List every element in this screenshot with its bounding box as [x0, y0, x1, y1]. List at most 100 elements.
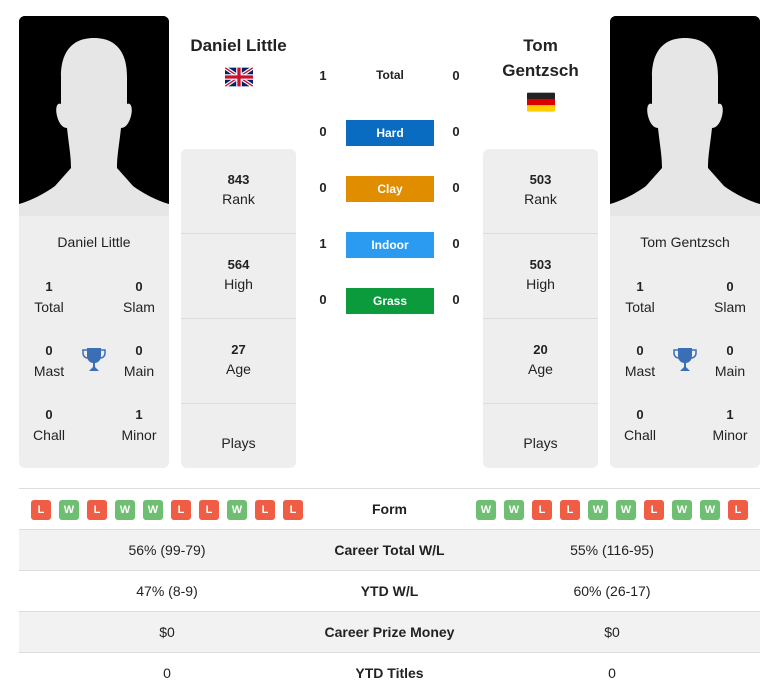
player2-hard-wins: 0 — [452, 124, 460, 139]
player1-indoor-wins: 1 — [319, 236, 327, 251]
player2-value: 55% (116-95) — [570, 542, 654, 558]
label: Rank — [524, 191, 557, 207]
gb-flag-icon — [225, 67, 253, 87]
player2-plays: Plays — [483, 404, 598, 489]
player1-titles-total: 1 Total — [19, 277, 79, 317]
h2h-indoor-row: 1 Indoor 0 — [310, 232, 470, 258]
player1-value: 47% (8-9) — [136, 583, 198, 599]
label: Age — [226, 361, 251, 377]
player1-name-heading[interactable]: Daniel Little — [176, 33, 301, 58]
table-row: 47% (8-9) YTD W/L 60% (26-17) — [19, 571, 760, 612]
player2-value: 60% (26-17) — [573, 583, 651, 599]
form-loss-badge[interactable]: L — [255, 500, 275, 520]
row-label: YTD Titles — [355, 665, 424, 681]
surface-hard-button[interactable]: Hard — [346, 120, 434, 146]
player1-titles-minor: 1 Minor — [109, 405, 169, 445]
form-win-badge[interactable]: W — [616, 500, 636, 520]
form-loss-badge[interactable]: L — [199, 500, 219, 520]
value: 1 — [636, 279, 644, 294]
form-loss-badge[interactable]: L — [283, 500, 303, 520]
label: Total — [625, 299, 655, 315]
form-loss-badge[interactable]: L — [171, 500, 191, 520]
h2h-grass-row: 0 Grass 0 — [310, 288, 470, 314]
label: Main — [123, 363, 155, 379]
form-win-badge[interactable]: W — [476, 500, 496, 520]
player2-total-wins: 0 — [452, 68, 460, 83]
form-win-badge[interactable]: W — [672, 500, 692, 520]
player2-card-name[interactable]: Tom Gentzsch — [610, 234, 760, 250]
player1-photo — [19, 16, 169, 216]
player1-titles-slam: 0 Slam — [109, 277, 169, 317]
player2-titles-total: 1 Total — [610, 277, 670, 317]
value: 0 — [135, 343, 143, 358]
name-line1: Tom — [523, 36, 558, 55]
h2h-hard-row: 0 Hard 0 — [310, 120, 470, 146]
form-win-badge[interactable]: W — [143, 500, 163, 520]
player2-value: 0 — [608, 665, 616, 681]
surface-grass-button[interactable]: Grass — [346, 288, 434, 314]
value: 0 — [726, 279, 734, 294]
row-label: Career Total W/L — [334, 542, 445, 558]
player2-titles-mast: 0 Mast — [610, 341, 670, 381]
label: Rank — [222, 191, 255, 207]
value: 0 — [45, 407, 53, 422]
player-silhouette-icon — [610, 16, 760, 216]
label: Chall — [624, 427, 656, 443]
name-line2: Gentzsch — [502, 61, 579, 80]
value: 1 — [135, 407, 143, 422]
player2-value: $0 — [604, 624, 620, 640]
form-loss-badge[interactable]: L — [31, 500, 51, 520]
comparison-table: LWLWWLLWLL Form WWLLWWLWWL 56% (99-79) C… — [19, 488, 760, 694]
player2-titles-minor: 1 Minor — [700, 405, 760, 445]
form-win-badge[interactable]: W — [504, 500, 524, 520]
label: High — [526, 276, 555, 292]
form-loss-badge[interactable]: L — [644, 500, 664, 520]
label: Mast — [624, 363, 656, 379]
label: Plays — [221, 435, 256, 451]
form-loss-badge[interactable]: L — [532, 500, 552, 520]
value: 20 — [533, 342, 548, 357]
h2h-clay-row: 0 Clay 0 — [310, 176, 470, 202]
form-win-badge[interactable]: W — [115, 500, 135, 520]
label: Age — [528, 361, 553, 377]
player2-form: WWLLWWLWWL — [476, 500, 748, 520]
label: Slam — [123, 299, 155, 315]
value: 1 — [45, 279, 53, 294]
player2-titles-chall: 0 Chall — [610, 405, 670, 445]
form-win-badge[interactable]: W — [588, 500, 608, 520]
row-label: YTD W/L — [360, 583, 419, 599]
form-win-badge[interactable]: W — [227, 500, 247, 520]
player1-total-wins: 1 — [319, 68, 327, 83]
player1-age: 27 Age — [181, 319, 296, 404]
value: 503 — [529, 257, 552, 272]
player2-photo — [610, 16, 760, 216]
form-row: LWLWWLLWLL Form WWLLWWLWWL — [19, 489, 760, 530]
value: 564 — [227, 257, 250, 272]
player2-titles-slam: 0 Slam — [700, 277, 760, 317]
value: 0 — [45, 343, 53, 358]
player1-value: 0 — [163, 665, 171, 681]
player2-titles-card: Tom Gentzsch 1 Total 0 Slam 0 Mast 0 Mai… — [610, 216, 760, 468]
player2-name-heading[interactable]: Tom Gentzsch — [478, 33, 603, 83]
player2-indoor-wins: 0 — [452, 236, 460, 251]
form-win-badge[interactable]: W — [700, 500, 720, 520]
player2-stats-card: 503 Rank 503 High 20 Age Plays — [483, 149, 598, 468]
player2-age: 20 Age — [483, 319, 598, 404]
label: Minor — [712, 427, 748, 443]
label: Main — [714, 363, 746, 379]
label: Mast — [33, 363, 65, 379]
total-label: Total — [376, 68, 404, 82]
player-silhouette-icon — [19, 16, 169, 216]
player1-value: $0 — [159, 624, 175, 640]
player1-card-name[interactable]: Daniel Little — [19, 234, 169, 250]
value: 0 — [726, 343, 734, 358]
form-loss-badge[interactable]: L — [87, 500, 107, 520]
surface-clay-button[interactable]: Clay — [346, 176, 434, 202]
form-win-badge[interactable]: W — [59, 500, 79, 520]
label: Slam — [714, 299, 746, 315]
table-row: 56% (99-79) Career Total W/L 55% (116-95… — [19, 530, 760, 571]
surface-indoor-button[interactable]: Indoor — [346, 232, 434, 258]
player2-clay-wins: 0 — [452, 180, 460, 195]
form-loss-badge[interactable]: L — [560, 500, 580, 520]
form-loss-badge[interactable]: L — [728, 500, 748, 520]
